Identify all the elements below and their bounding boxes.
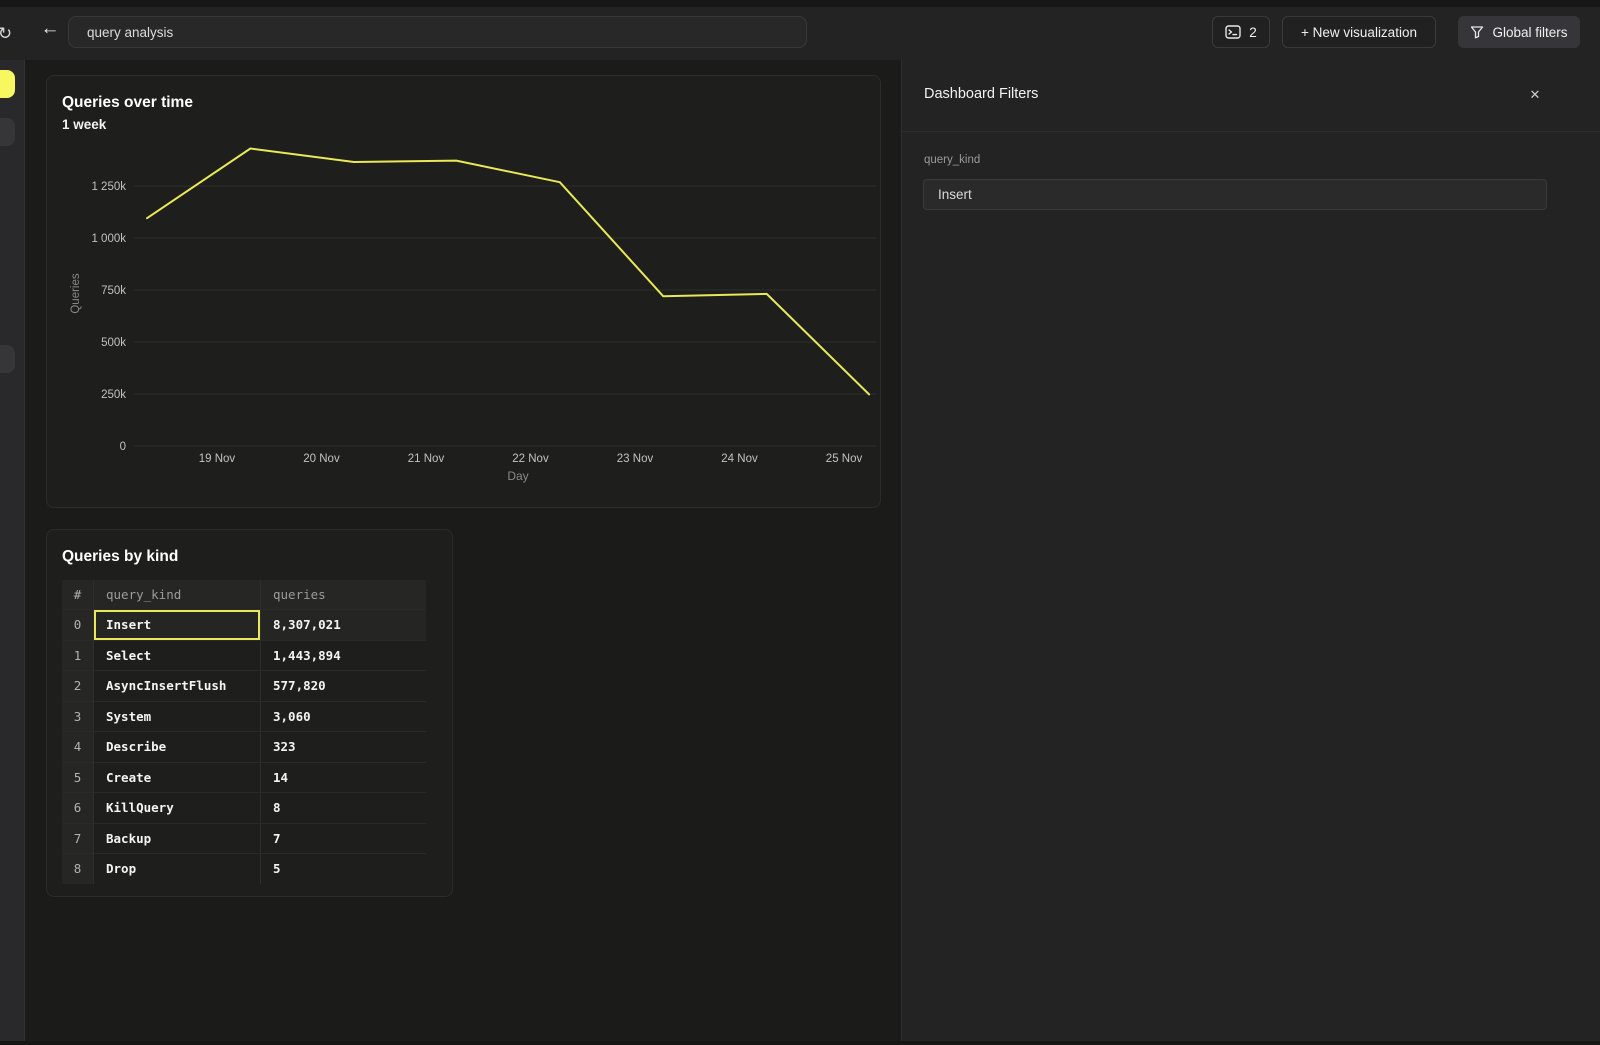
x-tick-label: 23 Nov [617, 453, 654, 465]
filters-panel-title: Dashboard Filters [924, 86, 1038, 102]
x-tick-label: 19 Nov [199, 453, 236, 465]
table-row: 5Create14 [62, 762, 426, 793]
left-sidebar [0, 60, 25, 1045]
query-kind-filter-input[interactable] [923, 179, 1547, 210]
queries-over-time-chart: 0 250k 500k 750k 1 000k 1 250k 19 Nov 20 Nov 21 … [47, 134, 882, 494]
window-bottom-strip [0, 1041, 1600, 1045]
table-row: 0Insert8,307,021 [62, 609, 426, 640]
chart-line[interactable] [147, 149, 869, 395]
column-header-index[interactable]: # [62, 580, 93, 609]
dashboard-canvas: Queries over time 1 week 0 250k 500k 750k 1 … [26, 60, 901, 1045]
y-tick-label: 0 [120, 441, 126, 453]
queries-over-time-card: Queries over time 1 week 0 250k 500k 750k 1 … [46, 75, 881, 508]
y-tick-label: 750k [101, 285, 126, 297]
query-kind-cell[interactable]: Create [93, 763, 260, 793]
query-kind-cell[interactable]: Backup [93, 824, 260, 854]
queries-value-cell: 14 [260, 763, 426, 793]
query-kind-cell[interactable]: KillQuery [93, 793, 260, 823]
table-row: 6KillQuery8 [62, 792, 426, 823]
filter-field-label: query_kind [924, 154, 980, 166]
console-count: 2 [1249, 25, 1257, 40]
y-tick-label: 1 250k [91, 181, 126, 193]
query-kind-cell[interactable]: System [93, 702, 260, 732]
table-header-row: #query_kindqueries [62, 580, 426, 609]
x-tick-label: 22 Nov [512, 453, 549, 465]
y-axis-title: Queries [70, 273, 82, 314]
topbar: ↻ ← 2 + New visualization Global filters [0, 7, 1600, 60]
terminal-icon [1225, 25, 1241, 39]
queries-value-cell: 7 [260, 824, 426, 854]
query-kind-cell[interactable]: Select [93, 641, 260, 671]
table-row: 7Backup7 [62, 823, 426, 854]
queries-value-cell: 1,443,894 [260, 641, 426, 671]
new-visualization-label: + New visualization [1301, 25, 1417, 40]
sidebar-item-active[interactable] [0, 70, 15, 98]
sidebar-item[interactable] [0, 345, 15, 373]
global-filters-button[interactable]: Global filters [1458, 16, 1580, 48]
query-kind-cell[interactable]: Describe [93, 732, 260, 762]
query-kind-cell[interactable]: AsyncInsertFlush [93, 671, 260, 701]
panel-divider [902, 131, 1600, 132]
row-index-cell: 0 [62, 610, 93, 640]
queries-table: #query_kindqueries0Insert8,307,0211Selec… [62, 580, 426, 884]
table-card-title: Queries by kind [62, 548, 178, 566]
row-index-cell: 3 [62, 702, 93, 732]
new-visualization-button[interactable]: + New visualization [1282, 16, 1436, 48]
row-index-cell: 5 [62, 763, 93, 793]
queries-value-cell: 323 [260, 732, 426, 762]
table-row: 8Drop5 [62, 853, 426, 884]
queries-value-cell: 5 [260, 854, 426, 884]
row-index-cell: 2 [62, 671, 93, 701]
x-tick-label: 21 Nov [408, 453, 445, 465]
back-button[interactable]: ← [38, 17, 62, 41]
window-top-strip [0, 0, 1600, 7]
queries-value-cell: 3,060 [260, 702, 426, 732]
x-tick-label: 20 Nov [303, 453, 340, 465]
query-kind-cell[interactable]: Drop [93, 854, 260, 884]
row-index-cell: 1 [62, 641, 93, 671]
x-axis-title: Day [507, 469, 528, 483]
queries-value-cell: 8 [260, 793, 426, 823]
y-tick-label: 1 000k [91, 233, 126, 245]
query-kind-cell[interactable]: Insert [93, 610, 260, 640]
column-header-query-kind[interactable]: query_kind [93, 580, 260, 609]
refresh-icon[interactable]: ↻ [0, 22, 17, 46]
dashboard-title-input[interactable] [68, 16, 807, 48]
chart-card-subtitle: 1 week [62, 117, 106, 132]
chart-card-title: Queries over time [62, 94, 193, 112]
y-tick-label: 500k [101, 337, 126, 349]
funnel-icon [1470, 25, 1484, 39]
row-index-cell: 8 [62, 854, 93, 884]
queries-value-cell: 8,307,021 [260, 610, 426, 640]
console-count-button[interactable]: 2 [1212, 16, 1270, 48]
sidebar-item[interactable] [0, 118, 15, 146]
row-index-cell: 7 [62, 824, 93, 854]
dashboard-filters-panel: Dashboard Filters ✕ query_kind [901, 60, 1600, 1045]
global-filters-label: Global filters [1492, 25, 1567, 40]
x-tick-label: 25 Nov [826, 453, 863, 465]
column-header-queries[interactable]: queries [260, 580, 426, 609]
row-index-cell: 4 [62, 732, 93, 762]
row-index-cell: 6 [62, 793, 93, 823]
x-tick-label: 24 Nov [721, 453, 758, 465]
y-tick-label: 250k [101, 389, 126, 401]
table-row: 1Select1,443,894 [62, 640, 426, 671]
queries-value-cell: 577,820 [260, 671, 426, 701]
table-row: 2AsyncInsertFlush577,820 [62, 670, 426, 701]
table-row: 4Describe323 [62, 731, 426, 762]
table-row: 3System3,060 [62, 701, 426, 732]
queries-by-kind-card: Queries by kind #query_kindqueries0Inser… [46, 529, 453, 897]
close-icon[interactable]: ✕ [1524, 84, 1546, 106]
